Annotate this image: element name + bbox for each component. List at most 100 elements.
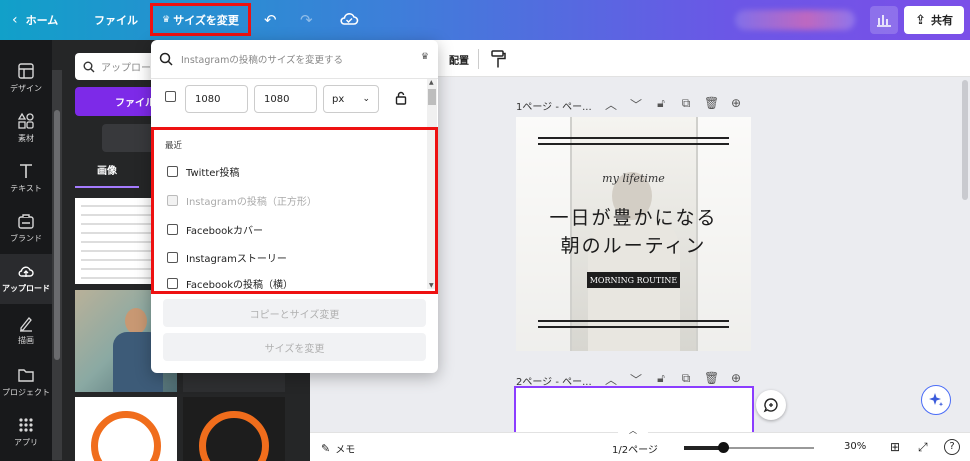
copy-and-resize-button[interactable]: コピーとサイズ変更 [163,299,426,327]
folder-icon [18,369,34,382]
crown-icon: ♛ [420,52,429,62]
scroll-up-icon[interactable]: ▲ [429,79,434,86]
add-page-icon[interactable]: ⊕ [729,96,743,113]
recent-item-facebook-cover[interactable]: Facebookカバー [167,222,263,237]
sparkle-icon [929,393,944,407]
panel-scrollbar[interactable] [52,70,62,460]
rail-label: テキスト [10,184,42,193]
design-icon [18,63,34,79]
undo-icon[interactable]: ↶ [264,11,277,29]
scrollbar-thumb[interactable] [428,89,436,105]
tab-images[interactable]: 画像 [75,160,139,188]
apps-icon [19,418,33,432]
rail-item-draw[interactable]: 描画 [0,306,52,356]
page1-script-text: my lifetime [602,172,665,185]
share-label: 共有 [930,14,953,27]
chevron-down-icon[interactable]: ﹀ [629,96,643,113]
rail-label: プロジェクト [2,388,50,397]
rail-label: 素材 [18,134,34,143]
duplicate-icon[interactable]: ⧉ [679,96,693,113]
paint-roller-icon[interactable] [490,49,506,69]
zoom-slider-knob[interactable] [718,442,729,453]
rail-item-text[interactable]: テキスト [0,154,52,204]
share-icon: ⇪ [915,12,926,28]
width-input[interactable]: 1080 [185,85,248,113]
checkbox [167,195,178,206]
arrange-button[interactable]: 配置 [449,52,469,67]
chevron-up-icon[interactable]: ︿ [618,425,648,435]
recent-title: 最近 [165,141,183,151]
recent-item-label: Twitter投稿 [186,168,240,179]
recent-item-facebook-post[interactable]: Facebookの投稿（横） [167,276,293,291]
checkbox[interactable] [167,224,178,235]
resize-confirm-button[interactable]: サイズを変更 [163,333,426,361]
aspect-lock-icon[interactable] [395,91,407,105]
rail-label: デザイン [10,84,42,93]
home-label: ホーム [25,14,59,27]
burger-logo-icon [199,411,269,461]
crown-icon: ♛ [162,14,171,25]
page1-title-line1: 一日が豊かになる [549,207,718,229]
rail-item-apps[interactable]: アプリ [0,408,52,458]
page-indicator[interactable]: 1/2ページ [612,441,658,456]
resize-search-input[interactable]: Instagramの投稿のサイズを変更する ♛ [159,49,429,69]
chevron-left-icon: ‹ [12,12,18,28]
rail-label: アップロード [2,284,50,293]
height-input[interactable]: 1080 [254,85,317,113]
file-label: ファイル [94,14,138,27]
file-menu-button[interactable]: ファイル [84,0,148,40]
home-button[interactable]: ‹ ホーム [0,0,68,40]
left-rail: デザイン 素材 テキスト ブランド アップロード 描画 プロジェクト アプリ [0,40,52,461]
upload-files-label: ファイル [115,98,155,109]
notes-icon: ✎ [321,442,331,455]
page1-title-line2: 朝のルーティン [560,235,707,257]
chevron-up-icon[interactable]: ︿ [604,96,618,113]
recent-item-twitter[interactable]: Twitter投稿 [167,164,240,179]
resize-dropdown: Instagramの投稿のサイズを変更する ♛ 1080 1080 px ⌄ ▲… [151,40,438,373]
checkbox[interactable] [167,252,178,263]
zoom-slider[interactable] [684,442,814,453]
recent-item-instagram-story[interactable]: Instagramストーリー [167,250,287,265]
fullscreen-icon[interactable]: ⤢ [918,440,928,455]
chevron-down-icon: ⌄ [362,94,370,104]
page1-label[interactable]: 1ページ - ペー... [516,98,592,113]
recent-item-label: Facebookカバー [186,226,263,237]
grid-view-icon[interactable]: ⊞ [890,440,900,454]
recent-section: 最近 Twitter投稿 Instagramの投稿（正方形） Facebookカ… [151,127,438,294]
draw-icon [20,317,32,332]
resize-button[interactable]: ♛ サイズを変更 [150,3,251,36]
unit-select[interactable]: px ⌄ [323,85,379,113]
rail-item-design[interactable]: デザイン [0,54,52,104]
redo-icon[interactable]: ↷ [300,11,313,29]
checkbox[interactable] [167,166,178,177]
rail-item-elements[interactable]: 素材 [0,104,52,154]
upload-thumbnail-burger-dark[interactable] [183,397,285,461]
tab-images-label: 画像 [97,166,117,177]
search-placeholder: アップロー [101,63,151,74]
lock-icon[interactable]: 🔓︎ [654,96,668,113]
cloud-check-icon[interactable] [339,9,359,29]
checkbox[interactable] [167,278,178,289]
notes-label: メモ [335,445,356,456]
page1-canvas[interactable]: my lifetime 一日が豊かになる 朝のルーティン MORNING ROU… [516,117,751,351]
share-button[interactable]: ⇪ 共有 [904,6,964,34]
magic-assistant-button[interactable] [921,385,951,415]
rail-item-upload[interactable]: アップロード [0,254,52,304]
custom-size-checkbox[interactable] [165,91,176,102]
unit-value: px [332,93,345,105]
scrollbar-thumb[interactable] [54,110,60,360]
trash-icon[interactable]: 🗑︎ [704,96,719,113]
insights-button[interactable] [870,6,898,34]
rail-item-brand[interactable]: ブランド [0,204,52,254]
comment-button[interactable] [756,390,786,420]
rail-item-projects[interactable]: プロジェクト [0,358,52,408]
rail-label: ブランド [10,234,42,243]
canvas-scrollbar[interactable] [962,80,968,200]
help-icon[interactable]: ? [944,439,960,455]
notes-button[interactable]: ✎ メモ [321,441,355,456]
page1-controls: ︿ ﹀ 🔓︎ ⧉ 🗑︎ ⊕ [604,96,743,113]
upload-thumbnail-burger[interactable] [75,397,177,461]
page1-badge: MORNING ROUTINE [587,272,680,288]
burger-logo-icon [91,411,161,461]
zoom-level[interactable]: 30% [844,441,866,452]
